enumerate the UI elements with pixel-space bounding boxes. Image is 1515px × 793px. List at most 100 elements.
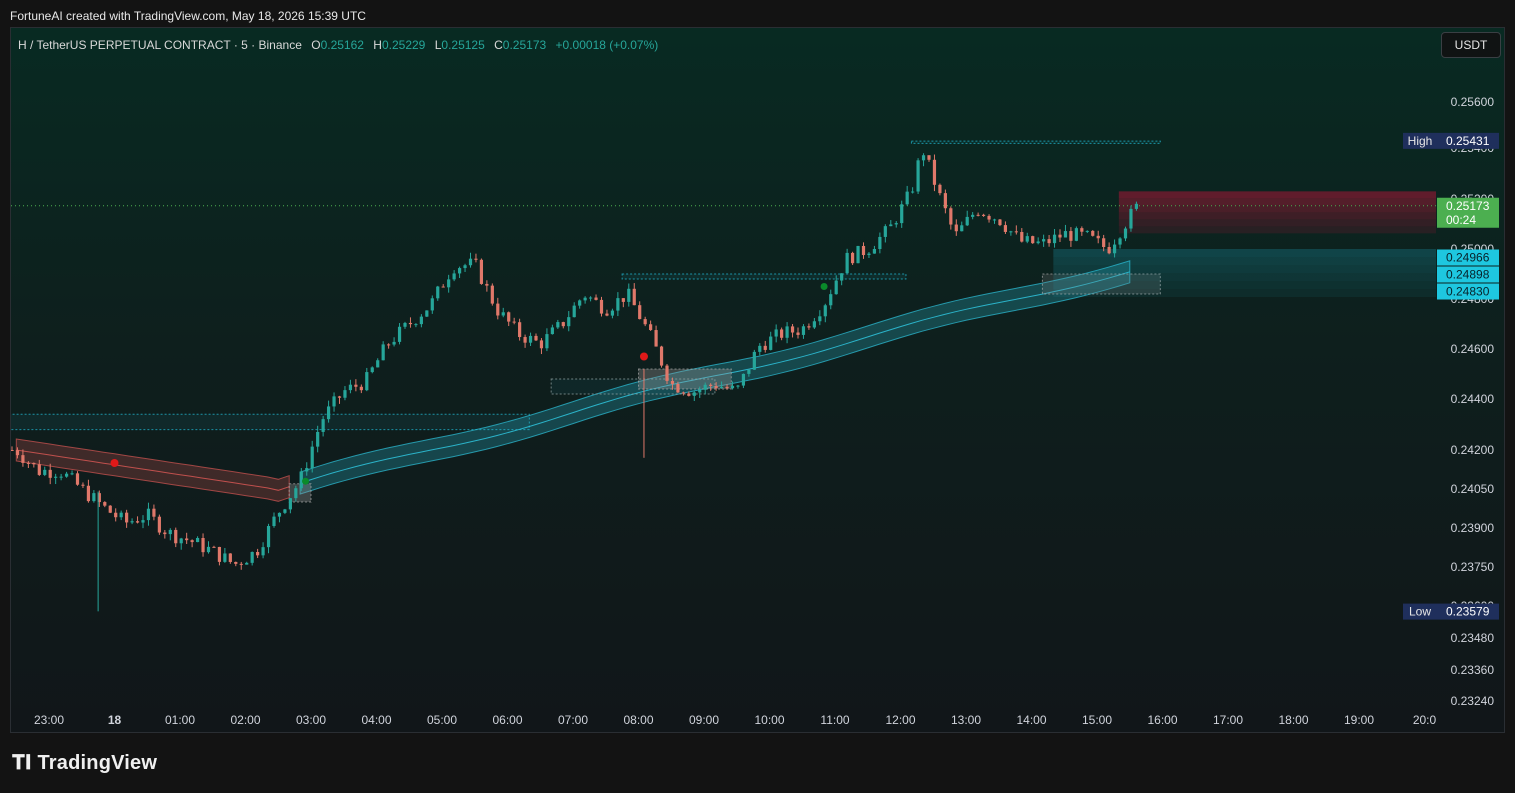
x-tick-label: 23:00 bbox=[34, 713, 64, 727]
candle-up bbox=[823, 305, 827, 317]
candle-up bbox=[528, 335, 533, 343]
candle-up bbox=[92, 493, 96, 502]
candle-up bbox=[1118, 238, 1122, 245]
candle-down bbox=[518, 322, 522, 338]
candle-down bbox=[594, 297, 598, 300]
candle-down bbox=[387, 344, 391, 346]
candle-down bbox=[125, 512, 129, 523]
candle-down bbox=[1102, 238, 1106, 247]
candle-up bbox=[801, 326, 806, 335]
x-tick-label: 19:00 bbox=[1344, 713, 1374, 727]
candle-down bbox=[1080, 228, 1084, 232]
candle-up bbox=[572, 305, 576, 318]
candle-up bbox=[698, 389, 702, 393]
candle-up bbox=[414, 324, 418, 326]
high-label: H bbox=[373, 38, 382, 52]
candle-down bbox=[108, 505, 112, 513]
candle-up bbox=[195, 537, 200, 543]
candle-down bbox=[790, 326, 795, 333]
candle-down bbox=[949, 208, 953, 225]
candle-up bbox=[168, 529, 172, 535]
candle-up bbox=[332, 396, 336, 407]
candle-up bbox=[965, 216, 969, 226]
x-tick-label: 20:0 bbox=[1413, 713, 1437, 727]
candle-down bbox=[103, 502, 107, 506]
candle-up bbox=[250, 551, 254, 563]
candle-up bbox=[785, 326, 789, 338]
buy-signal-dot bbox=[302, 477, 310, 485]
candle-up bbox=[894, 223, 898, 225]
candle-down bbox=[185, 538, 189, 541]
candle-down bbox=[954, 224, 958, 232]
candle-down bbox=[987, 215, 991, 220]
candle-down bbox=[86, 485, 91, 502]
x-tick-label: 03:00 bbox=[296, 713, 326, 727]
candle-up bbox=[272, 516, 276, 527]
candle-down bbox=[21, 455, 25, 463]
candle-up bbox=[316, 431, 320, 447]
candle-up bbox=[179, 538, 183, 544]
candle-down bbox=[152, 508, 156, 517]
demand-stripe bbox=[1053, 265, 1436, 273]
candle-up bbox=[310, 446, 314, 469]
candle-down bbox=[1107, 246, 1111, 254]
candle-down bbox=[676, 383, 680, 393]
demand-stripe bbox=[1053, 257, 1436, 265]
y-tick-label: 0.23240 bbox=[1451, 694, 1495, 708]
candle-up bbox=[452, 273, 456, 280]
candle-up bbox=[905, 191, 909, 205]
x-tick-label: 07:00 bbox=[558, 713, 588, 727]
x-tick-label: 10:00 bbox=[754, 713, 784, 727]
currency-button[interactable]: USDT bbox=[1441, 32, 1501, 58]
demand-stripe bbox=[1053, 249, 1436, 257]
candle-up bbox=[960, 225, 964, 232]
candle-down bbox=[943, 193, 947, 209]
candle-up bbox=[1052, 234, 1057, 244]
candle-down bbox=[539, 340, 544, 349]
candle-down bbox=[1047, 239, 1051, 244]
candle-up bbox=[1129, 208, 1133, 229]
candle-up bbox=[883, 226, 887, 237]
candle-down bbox=[507, 312, 511, 322]
candle-down bbox=[938, 184, 942, 194]
y-tick-label: 0.23360 bbox=[1451, 663, 1495, 677]
candle-up bbox=[741, 373, 746, 386]
candle-up bbox=[1063, 231, 1068, 238]
candle-down bbox=[48, 469, 52, 478]
candle-up bbox=[911, 191, 915, 193]
close-label: C bbox=[494, 38, 503, 52]
supply-stripe bbox=[1118, 212, 1436, 220]
candle-up bbox=[1036, 241, 1040, 244]
candle-down bbox=[654, 330, 658, 347]
candle-up bbox=[900, 204, 904, 224]
candle-down bbox=[981, 214, 986, 216]
y-tick-label: 0.24050 bbox=[1451, 482, 1495, 496]
price-tag-countdown: 00:24 bbox=[1446, 213, 1476, 227]
candle-up bbox=[457, 268, 462, 274]
candle-down bbox=[174, 529, 178, 544]
candle-down bbox=[337, 396, 342, 398]
candle-up bbox=[556, 322, 560, 328]
candle-up bbox=[468, 258, 473, 266]
candle-down bbox=[796, 332, 800, 335]
candle-down bbox=[485, 283, 489, 286]
candle-up bbox=[70, 473, 74, 475]
candle-down bbox=[1091, 230, 1095, 236]
candle-down bbox=[681, 392, 685, 394]
candle-up bbox=[758, 345, 762, 352]
candle-down bbox=[1096, 235, 1100, 239]
candle-up bbox=[747, 369, 751, 374]
candle-up bbox=[719, 386, 724, 389]
candle-down bbox=[157, 516, 161, 533]
candlestick-chart[interactable]: 23:00 18 01:00 02:00 03:00 04:00 05:00 06:00 07:… bbox=[0, 0, 1515, 793]
candle-up bbox=[736, 385, 740, 387]
candle-up bbox=[223, 553, 227, 562]
candle-up bbox=[578, 300, 582, 306]
candle-down bbox=[850, 252, 855, 264]
candle-up bbox=[376, 360, 380, 368]
candle-up bbox=[627, 288, 631, 302]
demand-zone-left bbox=[11, 413, 530, 431]
candle-up bbox=[583, 297, 587, 301]
x-tick-label: 13:00 bbox=[951, 713, 981, 727]
demand-zone-upper bbox=[621, 273, 907, 280]
